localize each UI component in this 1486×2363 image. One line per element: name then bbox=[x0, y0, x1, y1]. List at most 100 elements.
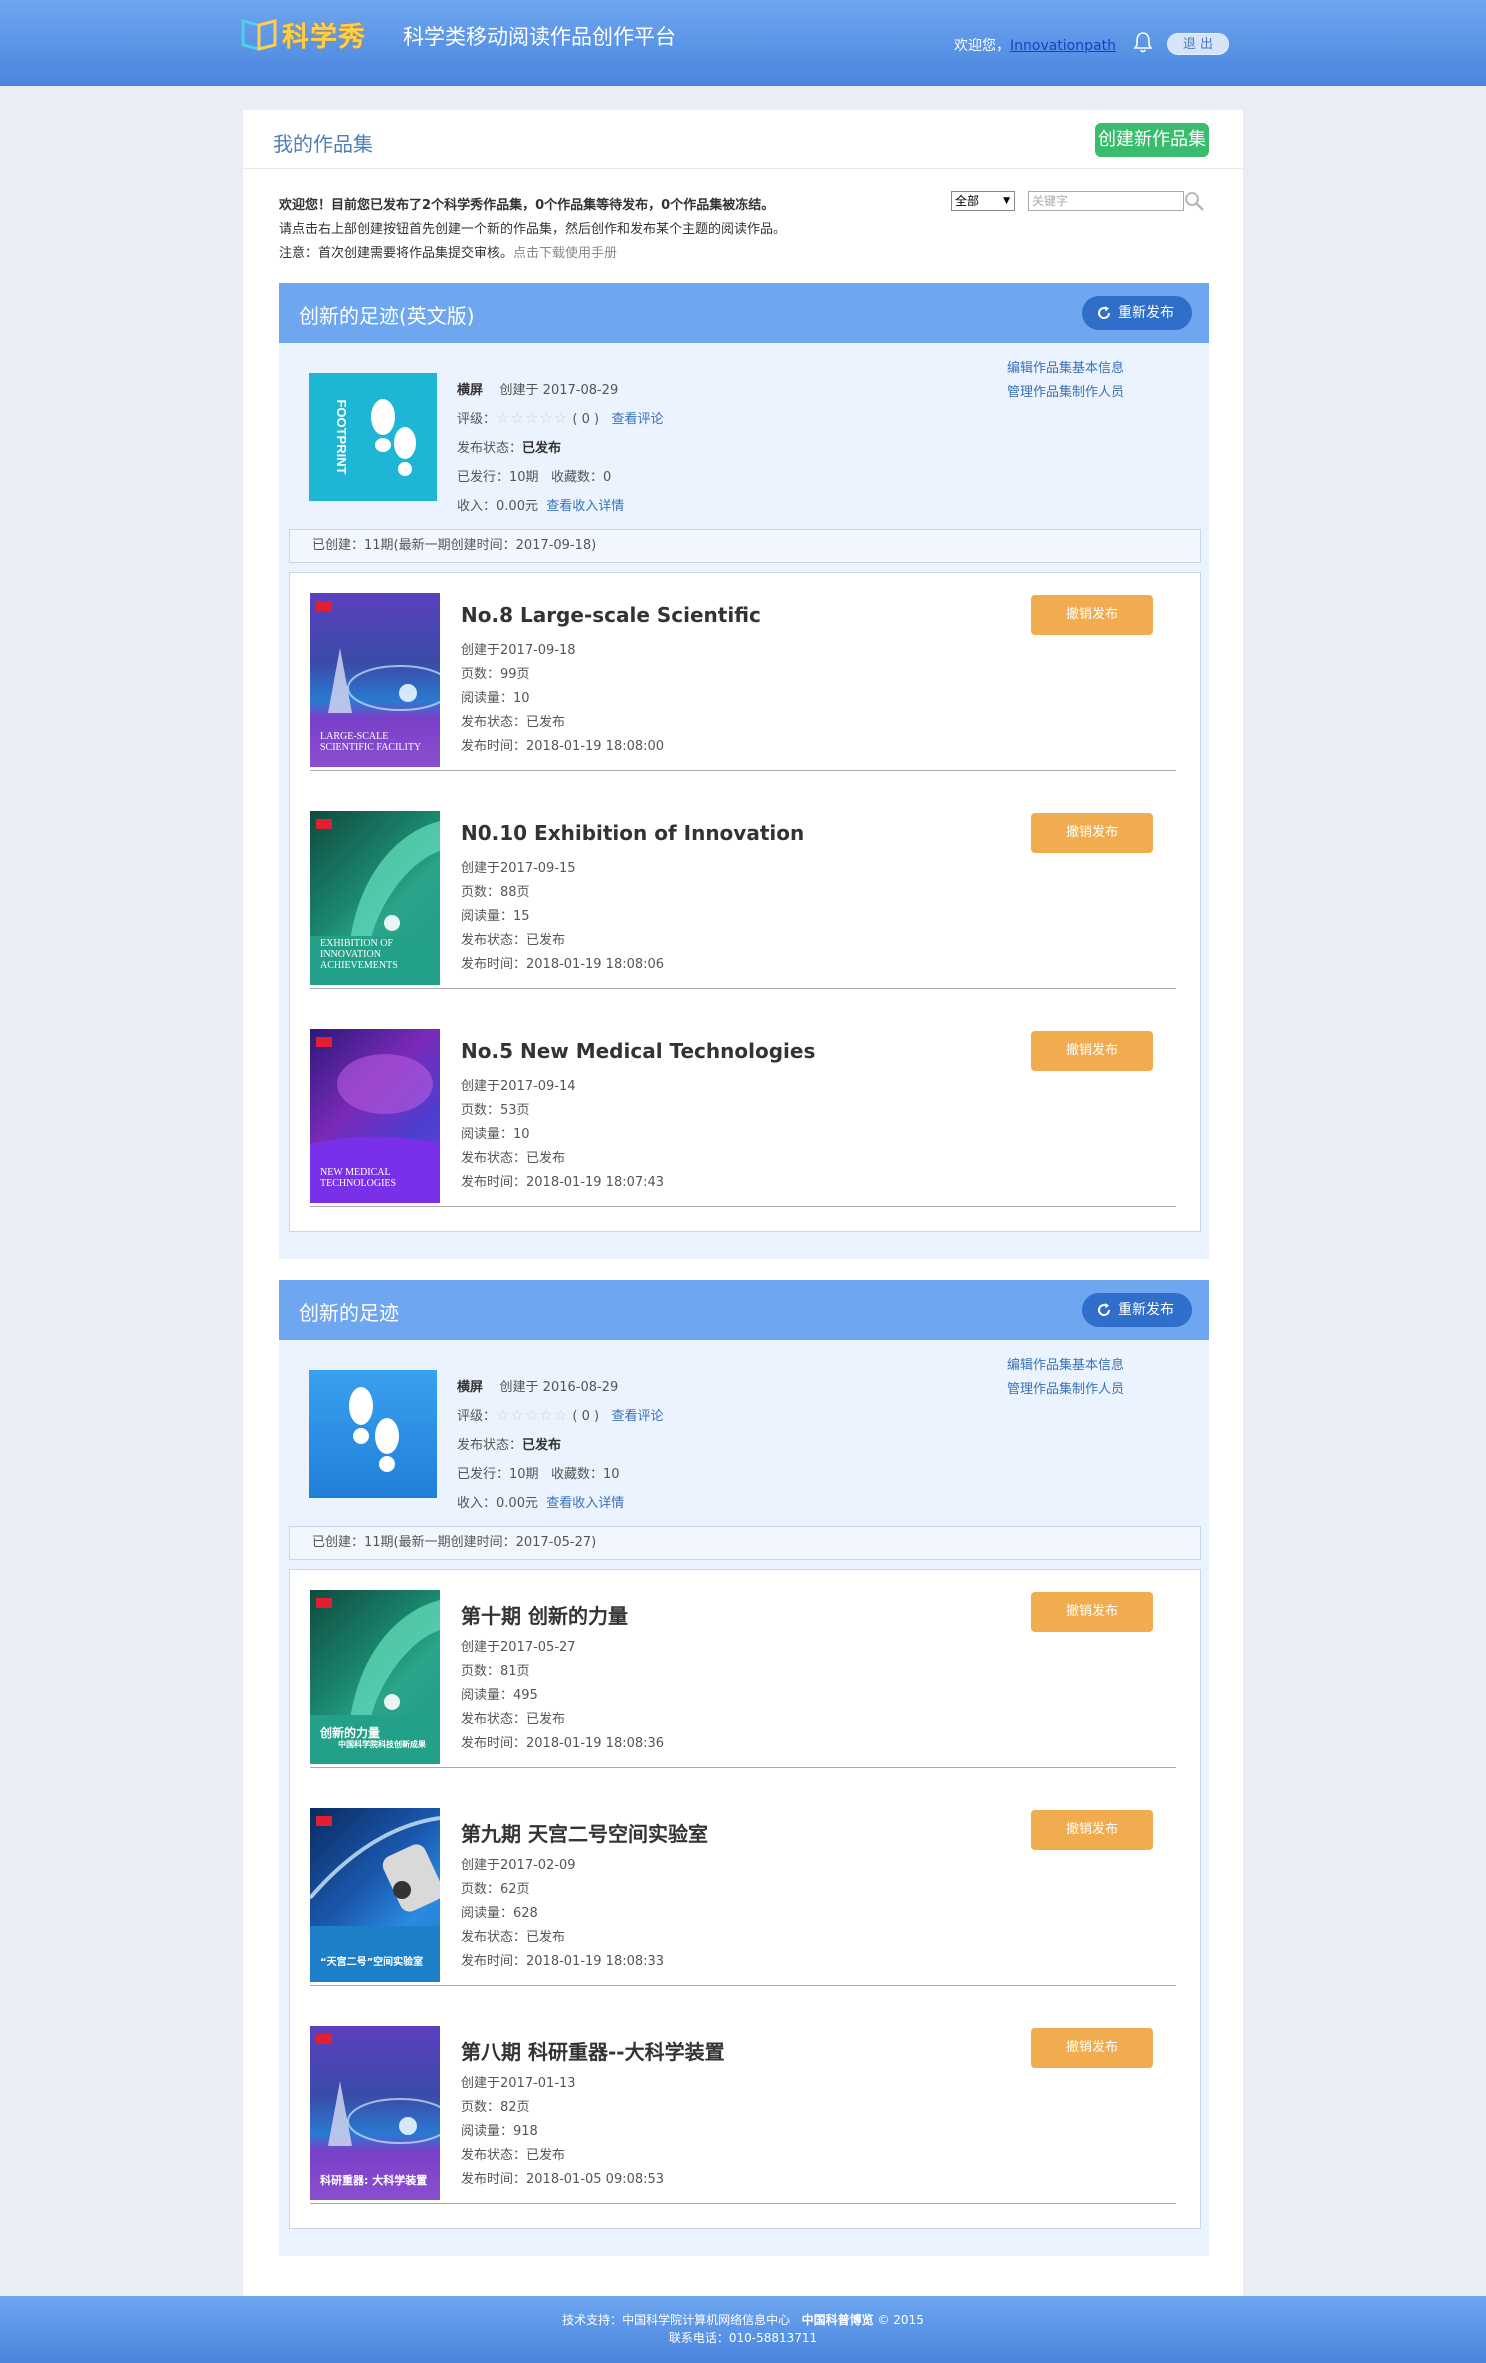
collection-issued-row: 已发行：10期 收藏数：0 bbox=[457, 470, 612, 485]
page-footer: 技术支持：中国科学院计算机网络信息中心 中国科普博览 © 2015 联系电话：0… bbox=[0, 2296, 1486, 2363]
issue-cover[interactable]: EXHIBITION OF INNOVATION ACHIEVEMENTS bbox=[310, 811, 440, 985]
cover-caption: 科研重器: 大科学装置 bbox=[320, 2174, 428, 2187]
issues-list: 创新的力量 中国科学院科技创新成果 第十期 创新的力量 创建于2017-05-27… bbox=[289, 1569, 1201, 2229]
issue-cover[interactable]: NEW MEDICAL TECHNOLOGIES bbox=[310, 1029, 440, 1203]
unpublish-button[interactable]: 撤销发布 bbox=[1031, 1592, 1153, 1632]
collection-issued-row: 已发行：10期 收藏数：10 bbox=[457, 1467, 620, 1482]
username-link[interactable]: Innovationpath bbox=[1010, 38, 1116, 54]
manual-download-link[interactable]: 点击下载使用手册 bbox=[513, 246, 617, 261]
welcome-prefix: 欢迎您， bbox=[954, 38, 1010, 54]
search-icon[interactable] bbox=[1183, 190, 1205, 212]
intro-line-1: 欢迎您！目前您已发布了2个科学秀作品集，0个作品集等待发布，0个作品集被冻结。 bbox=[279, 198, 775, 213]
divider bbox=[243, 168, 1243, 169]
cover-art bbox=[310, 1816, 440, 1982]
collection-thumbnail[interactable] bbox=[309, 1370, 437, 1498]
search-input[interactable]: 关键字 bbox=[1028, 191, 1184, 211]
unpublish-button[interactable]: 撤销发布 bbox=[1031, 595, 1153, 635]
bell-icon[interactable] bbox=[1133, 31, 1153, 53]
edit-collection-info-link[interactable]: 编辑作品集基本信息 bbox=[1007, 1354, 1124, 1378]
issue-title[interactable]: No.8 Large-scale Scientific bbox=[461, 603, 761, 627]
issue-title[interactable]: N0.10 Exhibition of Innovation bbox=[461, 821, 804, 845]
dropdown-arrow-icon: ▼ bbox=[1003, 196, 1010, 206]
unpublish-button[interactable]: 撤销发布 bbox=[1031, 1031, 1153, 1071]
unpublish-button[interactable]: 撤销发布 bbox=[1031, 813, 1153, 853]
collection-income-row: 收入：0.00元 查看收入详情 bbox=[457, 499, 625, 514]
issue-item: 科研重器: 大科学装置 第八期 科研重器--大科学装置 创建于2017-01-1… bbox=[310, 2006, 1176, 2224]
intro-text: 欢迎您！目前您已发布了2个科学秀作品集，0个作品集等待发布，0个作品集被冻结。 … bbox=[279, 194, 786, 266]
filter-value: 全部 bbox=[955, 194, 980, 208]
issue-cover[interactable]: 创新的力量 中国科学院科技创新成果 bbox=[310, 1590, 440, 1764]
collection-card: 创新的足迹(英文版) 重新发布 FOOTPRINT 横屏 创建于 2017-08… bbox=[279, 283, 1209, 1259]
issue-item: LARGE-SCALE SCIENTIFIC FACILITY No.8 Larg… bbox=[310, 573, 1176, 791]
logo-text: 科学秀 bbox=[282, 21, 366, 53]
view-comments-link[interactable]: 查看评论 bbox=[612, 412, 664, 427]
republish-label: 重新发布 bbox=[1118, 305, 1174, 321]
collection-name: 创新的足迹(英文版) bbox=[299, 304, 475, 328]
intro-line-3: 注意：首次创建需要将作品集提交审核。点击下载使用手册 bbox=[279, 246, 618, 261]
divider bbox=[310, 2203, 1176, 2204]
issue-cover[interactable]: 科研重器: 大科学装置 bbox=[310, 2026, 440, 2200]
refresh-icon bbox=[1098, 1303, 1111, 1316]
welcome-text: 欢迎您，Innovationpath bbox=[954, 35, 1116, 55]
issue-info: 创建于2017-09-15 页数：88页 阅读量：15 发布状态：已发布 发布时… bbox=[461, 861, 665, 972]
footer-line-1: 技术支持：中国科学院计算机网络信息中心 中国科普博览 © 2015 bbox=[562, 2313, 924, 2327]
issue-item: NEW MEDICAL TECHNOLOGIES No.5 New Medical… bbox=[310, 1009, 1176, 1227]
intro-line-2: 请点击右上部创建按钮首先创建一个新的作品集，然后创作和发布某个主题的阅读作品。 bbox=[279, 222, 787, 237]
issue-title[interactable]: 第十期 创新的力量 bbox=[461, 1600, 628, 1629]
created-summary-bar: 已创建：11期(最新一期创建时间：2017-05-27) bbox=[289, 1526, 1201, 1560]
collection-rating-row: 评级：☆☆☆☆☆ ( 0 ) 查看评论 bbox=[457, 409, 664, 427]
filter-select[interactable]: 全部 ▼ bbox=[951, 191, 1015, 211]
collection-meta-row: 横屏 创建于 2016-08-29 bbox=[457, 1380, 619, 1395]
manage-staff-link[interactable]: 管理作品集制作人员 bbox=[1007, 381, 1124, 405]
income-details-link[interactable]: 查看收入详情 bbox=[546, 1496, 624, 1511]
issue-info: 创建于2017-09-14 页数：53页 阅读量：10 发布状态：已发布 发布时… bbox=[461, 1079, 665, 1190]
collection-card: 创新的足迹 重新发布 横屏 创建于 2016-08-29 评级：☆☆☆☆☆ ( … bbox=[279, 1280, 1209, 2256]
collection-name: 创新的足迹 bbox=[299, 1301, 399, 1325]
issue-info: 创建于2017-01-13 页数：82页 阅读量：918 发布状态：已发布 发布… bbox=[461, 2076, 665, 2187]
divider bbox=[310, 1206, 1176, 1207]
rating-stars: ☆☆☆☆☆ bbox=[496, 1406, 569, 1424]
collection-meta-row: 横屏 创建于 2017-08-29 bbox=[457, 383, 619, 398]
issue-info: 创建于2017-09-18 页数：99页 阅读量：10 发布状态：已发布 发布时… bbox=[461, 643, 665, 754]
book-logo-icon bbox=[241, 19, 277, 51]
income-details-link[interactable]: 查看收入详情 bbox=[546, 499, 624, 514]
top-header: 科学秀 科学类移动阅读作品创作平台 欢迎您，Innovationpath 退 出 bbox=[0, 0, 1486, 86]
edit-collection-info-link[interactable]: 编辑作品集基本信息 bbox=[1007, 357, 1124, 381]
manage-staff-link[interactable]: 管理作品集制作人员 bbox=[1007, 1378, 1124, 1402]
create-collection-button[interactable]: 创建新作品集 bbox=[1095, 123, 1209, 157]
logout-button[interactable]: 退 出 bbox=[1167, 33, 1229, 55]
issue-title[interactable]: 第九期 天宫二号空间实验室 bbox=[461, 1818, 708, 1847]
republish-button[interactable]: 重新发布 bbox=[1082, 1293, 1192, 1327]
collection-side-links: 编辑作品集基本信息 管理作品集制作人员 bbox=[1007, 357, 1124, 405]
rating-stars: ☆☆☆☆☆ bbox=[496, 409, 569, 427]
cover-caption: 创新的力量 中国科学院科技创新成果 bbox=[320, 1726, 426, 1749]
footer-line-2: 联系电话：010-58813711 bbox=[668, 2331, 818, 2345]
cover-caption: EXHIBITION OF INNOVATION ACHIEVEMENTS bbox=[320, 938, 398, 971]
view-comments-link[interactable]: 查看评论 bbox=[612, 1409, 664, 1424]
unpublish-button[interactable]: 撤销发布 bbox=[1031, 1810, 1153, 1850]
issue-cover[interactable]: LARGE-SCALE SCIENTIFIC FACILITY bbox=[310, 593, 440, 767]
issue-title[interactable]: 第八期 科研重器--大科学装置 bbox=[461, 2036, 725, 2065]
unpublish-button[interactable]: 撤销发布 bbox=[1031, 2028, 1153, 2068]
issue-item: 创新的力量 中国科学院科技创新成果 第十期 创新的力量 创建于2017-05-27… bbox=[310, 1570, 1176, 1788]
created-summary-bar: 已创建：11期(最新一期创建时间：2017-09-18) bbox=[289, 529, 1201, 563]
page-title: 我的作品集 bbox=[273, 132, 373, 156]
site-title: 科学类移动阅读作品创作平台 bbox=[403, 25, 676, 49]
issue-item: EXHIBITION OF INNOVATION ACHIEVEMENTS N0.… bbox=[310, 791, 1176, 1009]
collection-side-links: 编辑作品集基本信息 管理作品集制作人员 bbox=[1007, 1354, 1124, 1402]
footer-brand-link[interactable]: 中国科普博览 bbox=[802, 2313, 874, 2327]
cover-caption: “天宫二号”空间实验室 bbox=[320, 1957, 424, 1968]
issue-title[interactable]: No.5 New Medical Technologies bbox=[461, 1039, 815, 1063]
collection-income-row: 收入：0.00元 查看收入详情 bbox=[457, 1496, 625, 1511]
divider bbox=[310, 988, 1176, 989]
site-logo[interactable]: 科学秀 bbox=[240, 14, 366, 54]
issue-item: “天宫二号”空间实验室 第九期 天宫二号空间实验室 创建于2017-02-09 … bbox=[310, 1788, 1176, 2006]
cover-caption: LARGE-SCALE SCIENTIFIC FACILITY bbox=[320, 731, 422, 753]
collection-header: 创新的足迹 重新发布 bbox=[279, 1280, 1209, 1340]
republish-button[interactable]: 重新发布 bbox=[1082, 296, 1192, 330]
issue-cover[interactable]: “天宫二号”空间实验室 bbox=[310, 1808, 440, 1982]
collection-thumbnail[interactable]: FOOTPRINT bbox=[309, 373, 437, 501]
collection-status-row: 发布状态：已发布 bbox=[457, 441, 562, 456]
thumb-text: FOOTPRINT bbox=[334, 399, 349, 474]
issue-info: 创建于2017-02-09 页数：62页 阅读量：628 发布状态：已发布 发布… bbox=[461, 1858, 665, 1969]
